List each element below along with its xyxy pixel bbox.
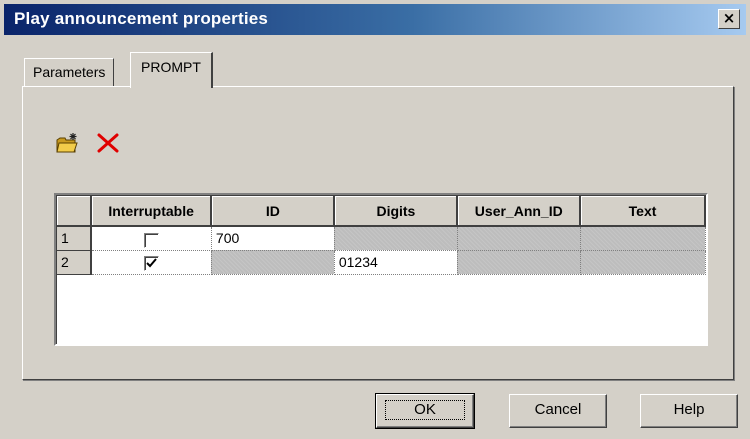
interruptable-cell[interactable] — [90, 226, 212, 251]
prompt-grid[interactable]: Interruptable ID Digits User_Ann_ID Text… — [54, 193, 708, 346]
interruptable-cell[interactable] — [90, 250, 212, 275]
column-header-id[interactable]: ID — [211, 196, 336, 227]
text-cell — [580, 226, 706, 251]
tab-parameters-label: Parameters — [33, 64, 106, 80]
user-ann-id-cell — [457, 226, 581, 251]
column-header-interruptable[interactable]: Interruptable — [90, 196, 213, 227]
new-folder-icon[interactable] — [56, 132, 80, 154]
row-number[interactable]: 1 — [57, 226, 92, 251]
table-row[interactable]: 2 01234 — [57, 250, 706, 275]
close-button[interactable]: × — [718, 9, 740, 29]
window-title: Play announcement properties — [14, 9, 269, 28]
id-cell[interactable]: 700 — [211, 226, 335, 251]
digits-cell[interactable]: 01234 — [334, 250, 458, 275]
interruptable-checkbox[interactable] — [143, 232, 159, 248]
ok-button-label: OK — [385, 400, 465, 420]
title-bar[interactable]: Play announcement properties × — [4, 4, 746, 35]
id-cell — [211, 250, 335, 275]
help-button[interactable]: Help — [640, 394, 738, 428]
tab-prompt[interactable]: PROMPT — [130, 52, 213, 88]
checkmark-icon — [146, 258, 157, 268]
digits-cell — [334, 226, 458, 251]
table-row[interactable]: 1 700 — [57, 226, 706, 251]
text-cell — [580, 250, 706, 275]
row-number[interactable]: 2 — [57, 250, 92, 275]
tab-parameters[interactable]: Parameters — [24, 58, 115, 86]
column-header-user-ann-id[interactable]: User_Ann_ID — [457, 196, 582, 227]
column-header-text[interactable]: Text — [580, 196, 706, 227]
user-ann-id-cell — [457, 250, 581, 275]
tab-prompt-label: PROMPT — [141, 59, 201, 75]
interruptable-checkbox[interactable] — [143, 256, 159, 272]
delete-x-icon[interactable] — [96, 132, 120, 154]
grid-corner-header — [57, 196, 92, 227]
ok-button[interactable]: OK — [375, 393, 475, 429]
grid-header-row: Interruptable ID Digits User_Ann_ID Text — [57, 196, 706, 227]
dialog-window: Play announcement properties × Parameter… — [0, 0, 750, 439]
cancel-button[interactable]: Cancel — [509, 394, 607, 428]
grid-table: Interruptable ID Digits User_Ann_ID Text… — [57, 196, 706, 275]
column-header-digits[interactable]: Digits — [334, 196, 459, 227]
